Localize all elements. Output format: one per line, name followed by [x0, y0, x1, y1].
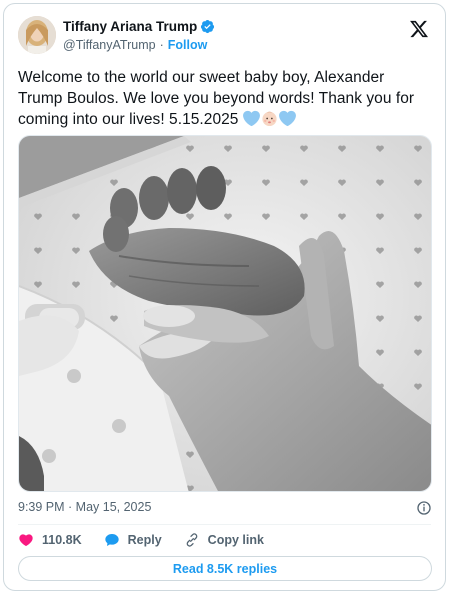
verified-badge-icon [201, 19, 215, 34]
read-replies-label: Read 8.5K replies [172, 561, 278, 576]
reply-bubble-icon [104, 534, 119, 546]
name-row: Tiffany Ariana Trump [63, 19, 215, 34]
blue-heart-icon [278, 110, 296, 127]
handle[interactable]: @TiffanyATrump [63, 38, 156, 52]
baby-foot-photo [19, 136, 431, 491]
display-name[interactable]: Tiffany Ariana Trump [63, 19, 197, 34]
heart-icon [19, 534, 33, 547]
handle-row: @TiffanyATrump · Follow [63, 38, 207, 52]
timestamp[interactable]: 9:39 PM · May 15, 2025 [18, 500, 151, 514]
copy-link-label: Copy link [207, 533, 264, 547]
tweet-header: Tiffany Ariana Trump @TiffanyATrump · Fo… [18, 16, 431, 56]
divider [18, 524, 431, 525]
reply-label: Reply [127, 533, 162, 547]
reply-button[interactable]: Reply [104, 532, 162, 548]
avatar[interactable] [18, 16, 56, 54]
like-count: 110.8K [42, 533, 82, 547]
tweet-text: Welcome to the world our sweet baby boy,… [18, 67, 430, 130]
tweet-photo[interactable] [18, 135, 432, 492]
x-logo-icon[interactable] [409, 19, 429, 39]
info-icon[interactable] [416, 500, 432, 516]
blue-heart-icon [242, 110, 260, 127]
link-icon [186, 533, 197, 547]
tweet-card: Tiffany Ariana Trump @TiffanyATrump · Fo… [3, 3, 446, 591]
avatar-image [18, 16, 56, 54]
read-replies-button[interactable]: Read 8.5K replies [18, 556, 432, 581]
action-bar: 110.8K Reply Copy link [18, 530, 286, 550]
tweet-body: Welcome to the world our sweet baby boy,… [18, 69, 415, 128]
copy-link-button[interactable]: Copy link [184, 532, 264, 548]
tweet-meta: 9:39 PM · May 15, 2025 [18, 500, 432, 516]
like-button[interactable]: 110.8K [18, 532, 82, 548]
follow-button[interactable]: Follow [168, 38, 208, 52]
separator-dot: · [159, 38, 164, 52]
baby-face-icon [262, 111, 277, 127]
